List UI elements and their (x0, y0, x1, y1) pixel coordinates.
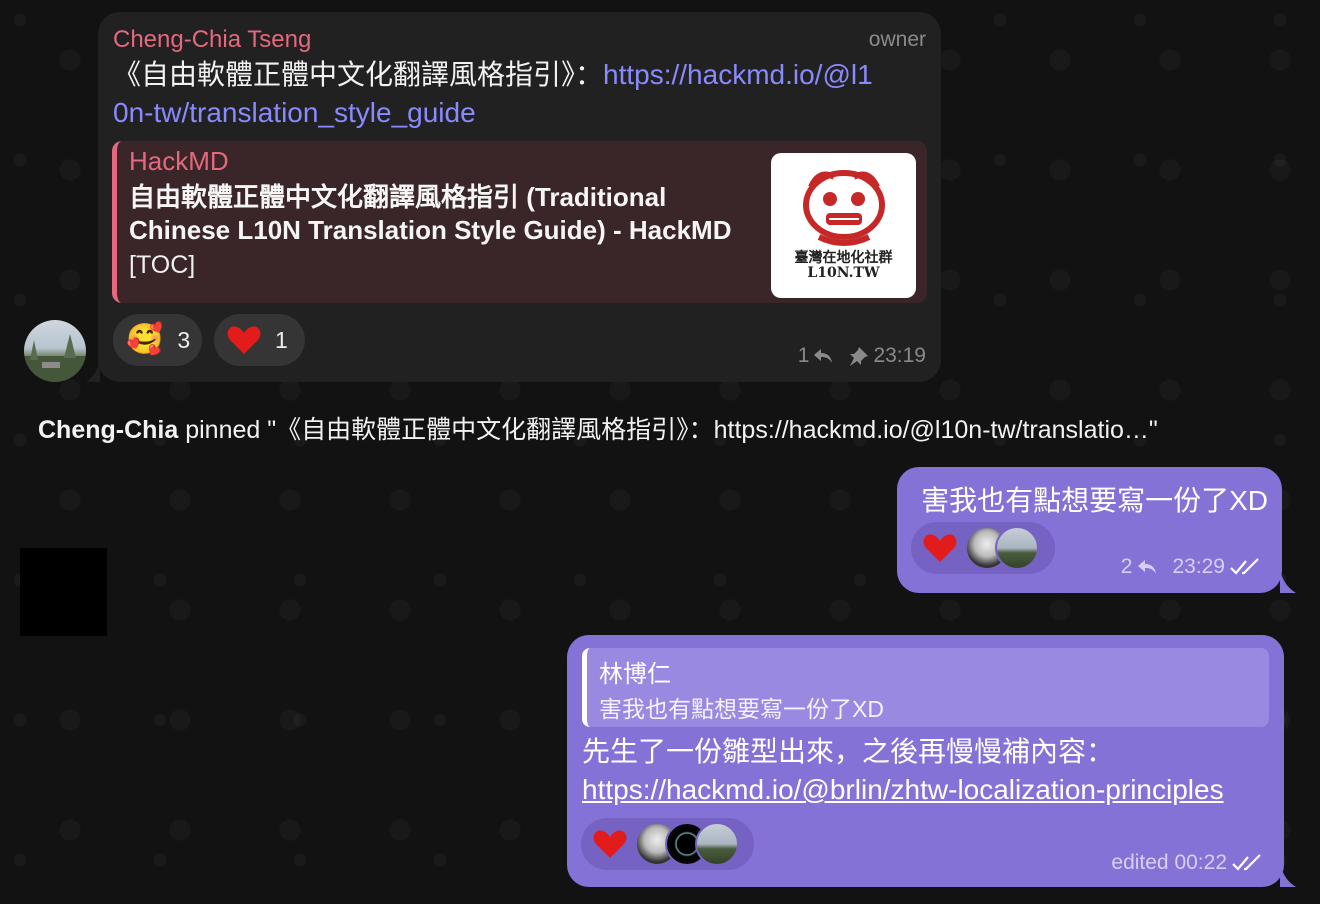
message-link-cont[interactable]: 0n-tw/translation_style_guide (113, 97, 476, 128)
message-link[interactable]: https://hackmd.io/@l1 (603, 59, 873, 90)
bubble-tail (86, 360, 100, 382)
outgoing-message-text: 害我也有點想要寫一份了XD (921, 485, 1268, 516)
smiling-hearts-emoji-icon: 🥰 (126, 323, 164, 356)
preview-thumbnail[interactable]: 臺灣在地化社群 L10N.TW (771, 153, 916, 298)
reactor-avatar[interactable] (695, 822, 739, 866)
heart-icon (227, 326, 261, 354)
reaction-count: 1 (275, 326, 288, 353)
message-text: 《自由軟體正體中文化翻譯風格指引》：https://hackmd.io/@l1 … (113, 56, 933, 132)
link-preview[interactable]: HackMD 自由軟體正體中文化翻譯風格指引 (Traditional Chin… (112, 141, 927, 303)
outgoing-meta: edited 00:22 (1111, 851, 1264, 875)
reply-count[interactable]: 1 (798, 344, 810, 368)
pin-icon (850, 347, 869, 366)
outgoing-message-body: 先生了一份雛型出來，之後再慢慢補內容： (582, 736, 1115, 767)
outgoing-reactions[interactable] (911, 522, 1055, 574)
heart-icon (593, 830, 627, 858)
quote-text: 害我也有點想要寫一份了XD (599, 696, 884, 722)
incoming-message[interactable]: Cheng-Chia Tseng owner 《自由軟體正體中文化翻譯風格指引》… (98, 12, 941, 382)
redacted-avatar[interactable] (20, 548, 107, 636)
sender-name[interactable]: Cheng-Chia Tseng (113, 26, 311, 54)
thumbnail-caption-line2: L10N.TW (807, 265, 880, 281)
reply-icon[interactable] (1137, 559, 1157, 575)
double-check-icon (1232, 854, 1261, 871)
message-time: 23:29 (1172, 555, 1225, 578)
quote-author: 林博仁 (599, 661, 671, 688)
heart-icon (923, 534, 957, 562)
service-actor[interactable]: Cheng-Chia (38, 416, 178, 444)
sender-avatar[interactable] (24, 320, 86, 382)
preview-description: [TOC] (129, 251, 196, 279)
pinned-service-message[interactable]: Cheng-Chia pinned "《自由軟體正體中文化翻譯風格指引》：htt… (38, 410, 1158, 446)
outgoing-message-2[interactable]: 林博仁 害我也有點想要寫一份了XD 先生了一份雛型出來，之後再慢慢補內容： ht… (567, 635, 1284, 887)
outgoing-reactions[interactable] (581, 818, 754, 870)
lion-logo-icon (803, 170, 885, 246)
reaction-count: 3 (177, 326, 191, 353)
outgoing-message-1[interactable]: 害我也有點想要寫一份了XD 2 23:29 (897, 467, 1282, 593)
message-text-prefix: 《自由軟體正體中文化翻譯風格指引》： (113, 59, 604, 90)
preview-title: 自由軟體正體中文化翻譯風格指引 (Traditional Chinese L10… (129, 182, 732, 245)
bubble-tail (1280, 570, 1296, 593)
reaction-smiling-hearts[interactable]: 🥰 3 (113, 314, 202, 366)
thumbnail-caption: 臺灣在地化社群 L10N.TW (771, 251, 916, 281)
message-link[interactable]: https://hackmd.io/@brlin/zhtw-localizati… (582, 774, 1224, 805)
message-meta: 1 23:19 (798, 344, 926, 368)
owner-badge: owner (868, 28, 926, 51)
reply-count[interactable]: 2 (1121, 555, 1133, 579)
double-check-icon (1230, 558, 1259, 575)
outgoing-meta: 2 23:29 (1121, 555, 1262, 579)
thumbnail-caption-line1: 臺灣在地化社群 (794, 250, 893, 266)
reaction-heart[interactable]: 1 (214, 314, 305, 366)
outgoing-message-text: 先生了一份雛型出來，之後再慢慢補內容： https://hackmd.io/@b… (582, 733, 1282, 809)
service-action: pinned "《自由軟體正體中文化翻譯風格指引》：https://hackmd… (178, 416, 1158, 444)
preview-site-name: HackMD (129, 146, 229, 176)
reactor-avatar[interactable] (995, 526, 1039, 570)
reply-quote[interactable]: 林博仁 害我也有點想要寫一份了XD (582, 648, 1269, 727)
edited-time: edited 00:22 (1111, 851, 1227, 874)
message-time: 23:19 (873, 344, 926, 367)
bubble-tail (1280, 864, 1296, 887)
reply-icon[interactable] (813, 348, 833, 364)
avatar-image (24, 334, 86, 382)
